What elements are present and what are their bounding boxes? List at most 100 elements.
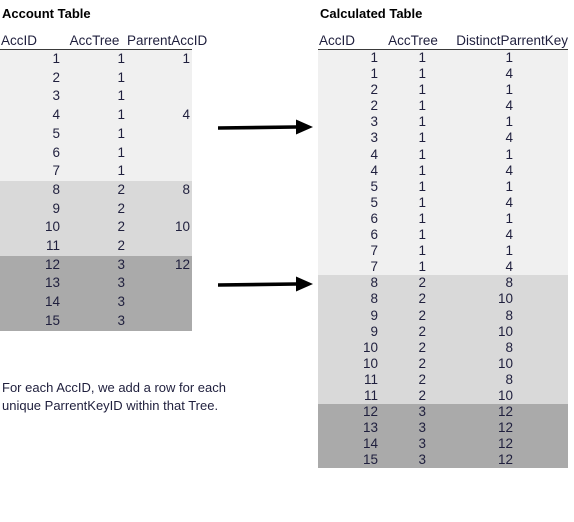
account-table: AccID AccTree ParrentAccID 1112131414516…	[0, 33, 208, 331]
account-cell-parrentaccid: 12	[127, 255, 192, 275]
calculated-cell-acctree: 1	[378, 259, 448, 276]
account-cell-acctree: 3	[62, 311, 127, 331]
calculated-cell-acctree: 1	[378, 66, 448, 83]
calculated-cell-distinctparrentkey: 1	[448, 146, 568, 163]
calculated-cell-accid: 6	[318, 210, 378, 228]
account-column-header-parrentaccid: ParrentAccID	[127, 33, 208, 50]
calculated-cell-acctree: 1	[378, 82, 448, 99]
account-cell-acctree: 2	[62, 199, 127, 219]
calculated-table-body: 1111142112143113144114145115146116147117…	[318, 49, 568, 469]
calculated-cell-accid: 13	[318, 420, 378, 437]
table-row: 928	[318, 307, 568, 324]
calculated-cell-acctree: 3	[378, 452, 448, 469]
calculated-cell-accid: 12	[318, 404, 378, 421]
account-cell-accid: 10	[0, 218, 62, 238]
calculated-cell-acctree: 1	[378, 114, 448, 131]
calculated-cell-acctree: 2	[378, 371, 448, 388]
calculated-cell-acctree: 2	[378, 307, 448, 324]
account-cell-accid: 15	[0, 311, 62, 331]
table-row: 10 2 10	[318, 355, 568, 372]
calculated-cell-distinctparrentkey: 8	[448, 275, 568, 292]
account-cell-parrentaccid	[127, 143, 192, 163]
calculated-cell-acctree: 1	[378, 243, 448, 260]
account-cell-parrentaccid	[127, 162, 192, 181]
calculated-cell-acctree: 1	[378, 146, 448, 163]
account-cell-parrentaccid	[127, 274, 192, 294]
calculated-cell-accid: 9	[318, 323, 378, 340]
table-row: 214	[318, 98, 568, 115]
account-cell-parrentaccid	[127, 237, 192, 256]
calculated-table-panel: Calculated Table AccID AccTree DistinctP…	[318, 6, 568, 469]
calculated-cell-acctree: 1	[378, 227, 448, 244]
table-row: 51	[0, 124, 192, 144]
account-cell-acctree: 1	[62, 162, 127, 181]
table-row: 828	[318, 275, 568, 292]
calculated-cell-acctree: 2	[378, 339, 448, 356]
calculated-cell-distinctparrentkey: 4	[448, 162, 568, 179]
table-row: 11 2	[0, 237, 192, 256]
table-row: 211	[318, 82, 568, 99]
arrow-tree1-icon	[218, 118, 314, 136]
calculated-cell-accid: 7	[318, 243, 378, 260]
account-cell-parrentaccid	[127, 311, 192, 331]
account-cell-accid: 1	[0, 49, 62, 69]
table-row: 411	[318, 146, 568, 163]
calculated-cell-accid: 8	[318, 275, 378, 292]
calculated-cell-accid: 9	[318, 307, 378, 324]
calculated-cell-accid: 3	[318, 114, 378, 131]
account-cell-parrentaccid: 1	[127, 49, 192, 69]
table-row: 10 2 8	[318, 339, 568, 356]
account-cell-accid: 5	[0, 124, 62, 144]
arrow-tree2-icon	[218, 275, 314, 293]
explanation-caption: For each AccID, we add a row for each un…	[2, 380, 226, 413]
calculated-cell-accid: 8	[318, 291, 378, 308]
account-cell-accid: 12	[0, 255, 62, 275]
calculated-cell-distinctparrentkey: 4	[448, 130, 568, 147]
calculated-cell-distinctparrentkey: 4	[448, 194, 568, 211]
calculated-cell-acctree: 3	[378, 420, 448, 437]
table-row: 9 2 10	[318, 323, 568, 340]
calculated-cell-accid: 6	[318, 227, 378, 244]
calculated-cell-acctree: 1	[378, 210, 448, 228]
account-cell-accid: 13	[0, 274, 62, 294]
calculated-cell-accid: 2	[318, 82, 378, 99]
account-cell-accid: 11	[0, 237, 62, 256]
account-table-header-row: AccID AccTree ParrentAccID	[0, 33, 208, 50]
table-row: 711	[318, 243, 568, 260]
table-row: 12 3 12	[0, 255, 192, 275]
calculated-table-title: Calculated Table	[320, 6, 423, 21]
calculated-cell-distinctparrentkey: 8	[448, 371, 568, 388]
account-cell-accid: 14	[0, 293, 62, 312]
calculated-cell-acctree: 3	[378, 404, 448, 421]
calculated-cell-acctree: 3	[378, 436, 448, 453]
table-row: 12 3 12	[318, 404, 568, 421]
calculated-cell-accid: 1	[318, 49, 378, 67]
calculated-cell-distinctparrentkey: 10	[448, 291, 568, 308]
account-cell-acctree: 1	[62, 124, 127, 144]
table-row: 611	[318, 210, 568, 228]
calculated-cell-distinctparrentkey: 1	[448, 49, 568, 67]
calculated-cell-acctree: 2	[378, 387, 448, 405]
account-cell-acctree: 2	[62, 218, 127, 238]
calculated-cell-accid: 10	[318, 339, 378, 356]
calculated-cell-distinctparrentkey: 4	[448, 259, 568, 276]
account-cell-accid: 7	[0, 162, 62, 181]
account-cell-acctree: 3	[62, 293, 127, 312]
calculated-cell-accid: 14	[318, 436, 378, 453]
account-cell-parrentaccid	[127, 293, 192, 312]
calculated-cell-distinctparrentkey: 10	[448, 355, 568, 372]
account-cell-parrentaccid	[127, 68, 192, 88]
account-cell-parrentaccid: 8	[127, 180, 192, 200]
account-cell-parrentaccid	[127, 199, 192, 219]
calculated-cell-accid: 3	[318, 130, 378, 147]
calculated-cell-distinctparrentkey: 12	[448, 452, 568, 469]
calculated-cell-acctree: 1	[378, 130, 448, 147]
table-row: 414	[0, 106, 192, 125]
account-cell-accid: 2	[0, 68, 62, 88]
account-table-body: 1 1 1 2 1 3 1 4 1 4 5 1 6 1 7 1 8 2 8 9 2 10 2 10 11 2 12 3 12 13 3 14 3…	[0, 49, 192, 331]
calculated-cell-acctree: 1	[378, 178, 448, 195]
table-row: 13 3 12	[318, 420, 568, 437]
calculated-cell-accid: 10	[318, 355, 378, 372]
table-row: 10 2 10	[0, 218, 192, 238]
account-cell-acctree: 3	[62, 274, 127, 294]
